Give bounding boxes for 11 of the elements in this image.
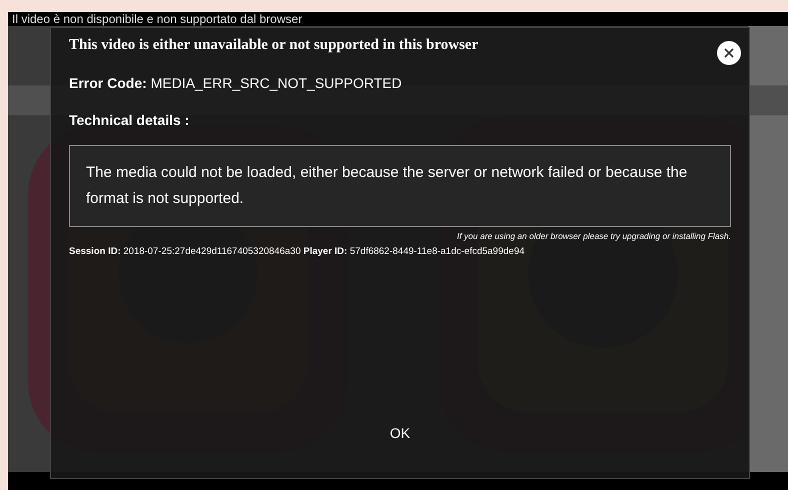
session-info: Session ID: 2018-07-25:27de429d1167405320846a30 Player ID: 57df6862-8449-11e8-a1dc-efcd5a99de94 [69,245,526,260]
close-button[interactable] [717,41,741,65]
ok-button[interactable]: OK [380,419,420,448]
error-code-label: Error Code: [69,74,147,90]
details-message: The media could not be loaded, either because the server or network failed or because the format is not supported. [69,144,731,226]
dialog-title: This video is either unavailable or not supported in this browser [69,36,478,55]
details-heading: Technical details : [69,110,190,130]
player-caption: Il video è non disponibile e non supportato dal browser [11,12,304,26]
error-code: MEDIA_ERR_SRC_NOT_SUPPORTED [150,74,402,90]
close-icon [724,48,734,58]
browser-note: If you are using an older browser please try upgrading or installing Flash. [456,230,731,242]
